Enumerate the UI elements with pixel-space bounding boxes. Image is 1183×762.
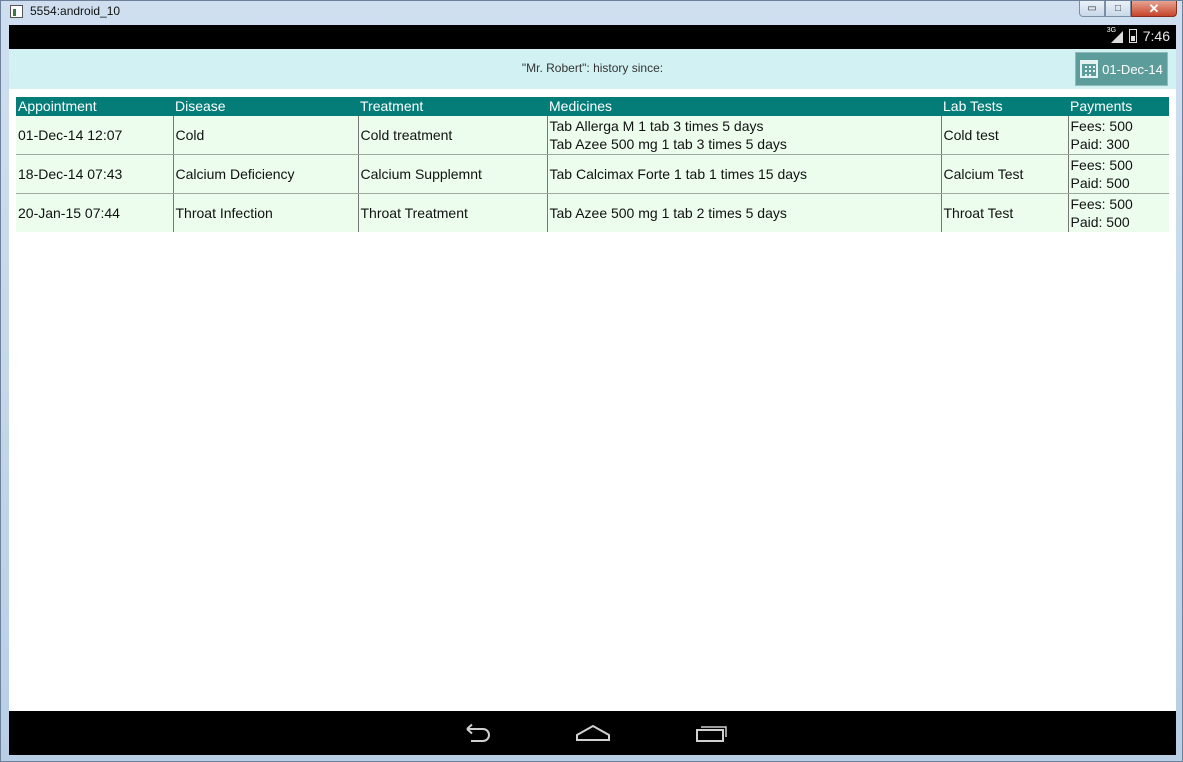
minimize-button[interactable]: ▭ [1079, 1, 1105, 17]
column-header-payments: Payments [1068, 97, 1169, 116]
payments-cell: Fees: 500 Paid: 300 [1067, 116, 1169, 155]
column-header-treatment: Treatment [358, 97, 547, 116]
table-header-row: Appointment Disease Treatment Medicines … [16, 97, 1169, 116]
status-bar: 3G 7:46 [9, 25, 1176, 49]
column-header-lab-tests: Lab Tests [941, 97, 1068, 116]
table-row[interactable]: 20-Jan-15 07:44 Throat Infection Throat … [16, 193, 1169, 232]
maximize-button[interactable]: □ [1105, 1, 1131, 17]
home-icon[interactable] [575, 723, 611, 743]
recents-icon[interactable] [694, 723, 728, 743]
paid-line: Paid: 500 [1070, 214, 1130, 230]
history-header: "Mr. Robert": history since: 01-Dec-14 [9, 49, 1176, 89]
maximize-icon: □ [1114, 3, 1122, 14]
paid-line: Paid: 300 [1070, 136, 1130, 152]
battery-icon [1128, 29, 1137, 43]
fees-line: Fees: 500 [1070, 118, 1133, 134]
medicine-line: Tab Azee 500 mg 1 tab 3 times 5 days [549, 136, 787, 152]
disease-cell: Cold [172, 116, 358, 155]
table-row[interactable]: 18-Dec-14 07:43 Calcium Deficiency Calci… [16, 154, 1169, 194]
medicines-cell: Tab Calcimax Forte 1 tab 1 times 15 days [546, 154, 941, 194]
fees-line: Fees: 500 [1070, 196, 1133, 212]
navigation-bar [9, 711, 1176, 755]
fees-line: Fees: 500 [1070, 157, 1133, 173]
medicines-cell: Tab Allerga M 1 tab 3 times 5 days Tab A… [546, 116, 941, 155]
since-date-button[interactable]: 01-Dec-14 [1075, 52, 1168, 86]
appointment-cell: 01-Dec-14 12:07 [16, 116, 173, 155]
disease-cell: Calcium Deficiency [172, 154, 358, 194]
history-table: Appointment Disease Treatment Medicines … [16, 97, 1169, 232]
close-icon: ✕ [1148, 0, 1160, 16]
payments-cell: Fees: 500 Paid: 500 [1067, 193, 1169, 232]
lab-tests-cell: Calcium Test [940, 154, 1068, 194]
column-header-disease: Disease [173, 97, 358, 116]
medicines-cell: Tab Azee 500 mg 1 tab 2 times 5 days [546, 193, 941, 232]
close-button[interactable]: ✕ [1131, 1, 1177, 17]
payments-cell: Fees: 500 Paid: 500 [1067, 154, 1169, 194]
back-icon[interactable] [459, 723, 493, 743]
window-controls: ▭ □ ✕ [1079, 1, 1177, 18]
appointment-cell: 18-Dec-14 07:43 [16, 154, 173, 194]
status-clock: 7:46 [1142, 28, 1170, 44]
window-title: 5554:android_10 [30, 4, 121, 18]
status-icons: 3G 7:46 [1107, 27, 1170, 44]
minimize-icon: ▭ [1087, 3, 1097, 14]
window-titlebar[interactable]: 5554:android_10 ▭ □ ✕ [1, 1, 1183, 25]
device-screen: 3G 7:46 "Mr. Robert": history since: 01-… [9, 25, 1176, 755]
lab-tests-cell: Cold test [940, 116, 1068, 155]
lab-tests-cell: Throat Test [940, 193, 1068, 232]
signal-icon: 3G [1107, 27, 1123, 44]
appointment-cell: 20-Jan-15 07:44 [16, 193, 173, 232]
column-header-appointment: Appointment [16, 97, 173, 116]
treatment-cell: Cold treatment [357, 116, 547, 155]
treatment-cell: Calcium Supplemnt [357, 154, 547, 194]
app-icon [10, 5, 23, 18]
paid-line: Paid: 500 [1070, 175, 1130, 191]
table-row[interactable]: 01-Dec-14 12:07 Cold Cold treatment Tab … [16, 116, 1169, 155]
emulator-window: 5554:android_10 ▭ □ ✕ 3G 7:46 "Mr. Rober… [0, 0, 1183, 762]
medicine-line: Tab Allerga M 1 tab 3 times 5 days [549, 118, 764, 134]
since-date-label: 01-Dec-14 [1102, 61, 1163, 77]
calendar-icon [1080, 60, 1099, 78]
column-header-medicines: Medicines [547, 97, 941, 116]
medicine-line: Tab Azee 500 mg 1 tab 2 times 5 days [549, 205, 787, 221]
history-label: "Mr. Robert": history since: [521, 61, 664, 75]
disease-cell: Throat Infection [172, 193, 358, 232]
medicine-line: Tab Calcimax Forte 1 tab 1 times 15 days [549, 166, 808, 182]
treatment-cell: Throat Treatment [357, 193, 547, 232]
